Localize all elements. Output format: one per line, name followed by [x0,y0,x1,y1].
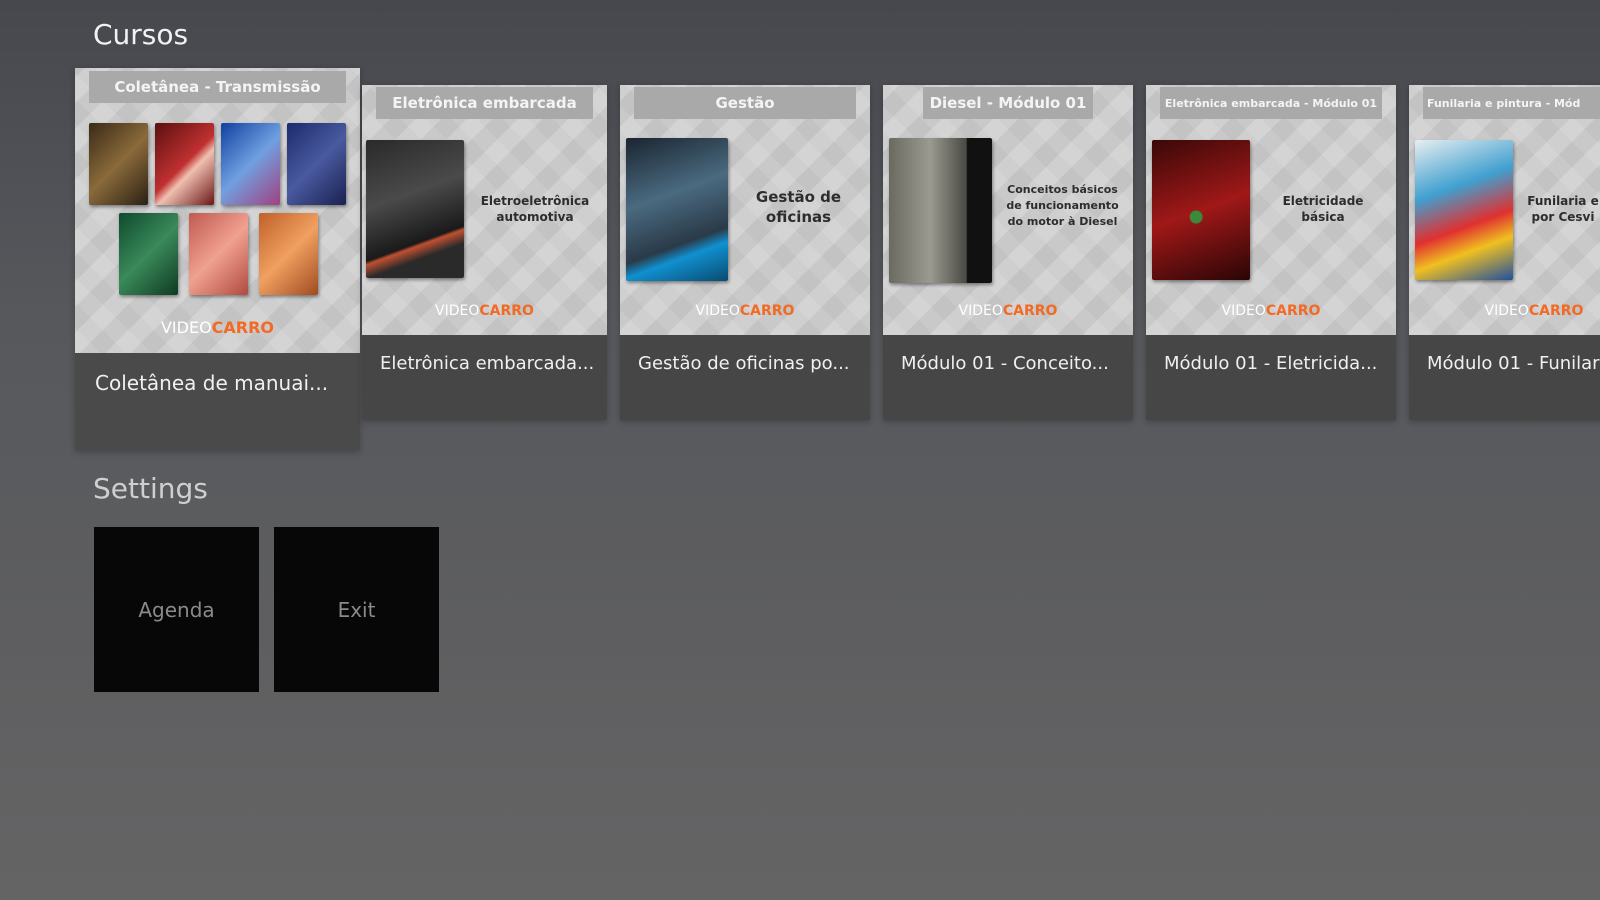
book-cover-icon [189,213,248,295]
exit-tile[interactable]: Exit [274,527,439,692]
course-description: Gestão de oficinas [755,188,842,226]
videocarro-logo: VIDEOCARRO [1221,303,1321,319]
course-card-transmissao[interactable]: Coletânea - Transmissão VIDEOCARRO Colet… [75,68,360,450]
videocarro-logo: VIDEOCARRO [160,318,275,337]
settings-row-title: Settings [93,472,208,505]
videocarro-logo: VIDEOCARRO [1484,303,1584,319]
videocarro-logo: VIDEOCARRO [435,303,534,319]
course-caption: Coletânea de manuai... [95,371,329,395]
course-thumbnail: Coletânea - Transmissão VIDEOCARRO [75,68,360,353]
course-tag: Funilaria e pintura - Mód [1423,87,1600,119]
videocarro-logo: VIDEOCARRO [695,303,795,319]
course-card-funilaria[interactable]: Funilaria e pintura - Mód Funilaria e po… [1409,85,1600,420]
course-description: Eletroeletrônica automotiva [480,194,590,224]
cursos-row: Coletânea - Transmissão VIDEOCARRO Colet… [0,0,1600,460]
book-cover-icon [119,213,178,295]
course-tag: Coletânea - Transmissão [89,71,346,103]
book-cover-icon [259,213,318,295]
book-cover-icon [366,140,464,278]
book-cover-icon [1415,140,1513,280]
course-card-eletricidade[interactable]: Eletrônica embarcada - Módulo 01 Eletric… [1146,85,1396,420]
course-thumbnail: Gestão Gestão de oficinas VIDEOCARRO [620,85,870,335]
book-cover-icon [1152,140,1250,280]
course-description: Funilaria e por Cesvi [1527,194,1599,224]
videocarro-logo: VIDEOCARRO [958,303,1058,319]
course-card-gestao[interactable]: Gestão Gestão de oficinas VIDEOCARRO Ges… [620,85,870,420]
book-cover-icon [221,123,280,205]
course-caption: Módulo 01 - Conceito... [901,353,1109,374]
course-tag: Eletrônica embarcada - Módulo 01 [1160,87,1382,119]
course-tag: Diesel - Módulo 01 [923,87,1093,119]
course-thumbnail: Eletrônica embarcada Eletroeletrônica au… [362,85,607,335]
course-card-diesel[interactable]: Diesel - Módulo 01 Conceitos básicos de … [883,85,1133,420]
course-thumbnail: Eletrônica embarcada - Módulo 01 Eletric… [1146,85,1396,335]
course-caption: Eletrônica embarcada... [380,353,595,374]
course-caption: Módulo 01 - Funilar [1427,353,1600,374]
course-thumbnail: Diesel - Módulo 01 Conceitos básicos de … [883,85,1133,335]
course-caption: Módulo 01 - Eletricida... [1164,353,1378,374]
book-cover-icon [626,138,728,281]
course-description: Eletricidade básica [1282,194,1364,224]
course-thumbnail: Funilaria e pintura - Mód Funilaria e po… [1409,85,1600,335]
book-cover-icon [287,123,346,205]
course-tag: Gestão [634,87,856,119]
course-tag: Eletrônica embarcada [376,87,593,119]
course-card-eletronica[interactable]: Eletrônica embarcada Eletroeletrônica au… [362,85,607,420]
course-caption: Gestão de oficinas po... [638,353,850,374]
book-cover-icon [89,123,148,205]
book-cover-icon [155,123,214,205]
course-description: Conceitos básicos de funcionamento do mo… [1006,183,1119,228]
book-cover-icon [889,138,992,283]
agenda-tile[interactable]: Agenda [94,527,259,692]
